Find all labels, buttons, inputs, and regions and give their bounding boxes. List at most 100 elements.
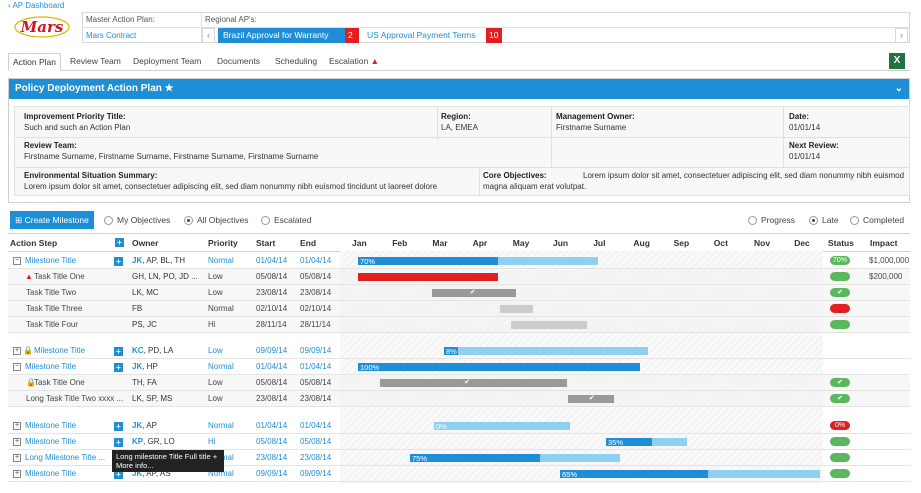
gantt-bar[interactable]: ✔	[432, 289, 516, 297]
chevron-left-icon[interactable]: ‹	[202, 28, 215, 43]
col-end[interactable]: End	[300, 238, 316, 248]
gantt-bar[interactable]: ✔	[568, 395, 614, 403]
regional-ap-us[interactable]: US Approval Payment Terms	[362, 28, 486, 43]
step-title[interactable]: Long Milestone Title ...	[25, 453, 105, 462]
step-title[interactable]: Milestone Title	[25, 362, 76, 371]
back-link[interactable]: ‹ AP Dashboard	[8, 1, 64, 10]
add-task-icon[interactable]: +	[114, 363, 123, 372]
add-task-icon[interactable]: +	[114, 438, 123, 447]
add-task-icon[interactable]: +	[114, 422, 123, 431]
view-progress-radio[interactable]	[748, 216, 757, 225]
gantt-bar[interactable]	[358, 273, 498, 281]
step-title[interactable]: Task Title One	[34, 272, 85, 281]
step-title[interactable]: Task Title Three	[26, 304, 82, 313]
step-title[interactable]: Milestone Title	[25, 437, 76, 446]
master-plan-value[interactable]: Mars Contract	[86, 31, 136, 40]
status-badge: ✔	[830, 288, 850, 297]
gantt-bar[interactable]: 35%	[606, 438, 652, 447]
milestone-row[interactable]: + Milestone Title + KP, GR, LO Hi 05/08/14 05/…	[8, 434, 910, 450]
gantt-bar[interactable]	[652, 438, 687, 446]
priority-cell: Low	[208, 394, 223, 403]
gantt-bar[interactable]	[511, 321, 587, 329]
task-row[interactable]: ▲ Task Title One GH, LN, PO, JD ... Low 05/0…	[8, 269, 910, 285]
month-dec: Dec	[794, 238, 810, 248]
tab-review-team[interactable]: Review Team	[66, 53, 125, 71]
tab-deployment-team[interactable]: Deployment Team	[129, 53, 205, 71]
expand-toggle-icon[interactable]: −	[13, 363, 21, 371]
col-status[interactable]: Status	[828, 238, 854, 248]
gantt-bar[interactable]: ✔	[380, 379, 567, 387]
month-jun: Jun	[553, 238, 569, 248]
view-completed-radio[interactable]	[850, 216, 859, 225]
expand-toggle-icon[interactable]: +	[13, 422, 21, 430]
tab-scheduling[interactable]: Scheduling	[271, 53, 321, 71]
regional-label: Regional AP's:	[205, 15, 257, 24]
task-row[interactable]: Long Task Title Two xxxx ... LK, SP, MS Lo…	[8, 391, 910, 407]
add-task-icon[interactable]: +	[114, 347, 123, 356]
milestone-row[interactable]: + Milestone Title + JK, AP Normal 01/04/14 01/…	[8, 418, 910, 434]
col-action-step[interactable]: Action Step	[10, 238, 57, 248]
filter-escalated-label: Escalated	[274, 215, 312, 225]
filter-all-objectives-radio[interactable]	[184, 216, 193, 225]
owner-cell: KC, PD, LA	[132, 346, 174, 355]
step-title[interactable]: Milestone Title	[34, 346, 85, 355]
gantt-bar[interactable]: 8%	[444, 347, 458, 356]
step-title[interactable]: Task Title Two	[26, 288, 76, 297]
task-row[interactable]: Task Title Two LK, MC Low 23/08/14 23/08/14 ✔…	[8, 285, 910, 301]
step-title[interactable]: Milestone Title	[25, 421, 76, 430]
add-task-icon[interactable]: +	[114, 257, 123, 266]
expand-toggle-icon[interactable]: −	[13, 257, 21, 265]
col-priority[interactable]: Priority	[208, 238, 238, 248]
task-row[interactable]: Task Title Three FB Normal 02/10/14 02/10/14	[8, 301, 910, 317]
excel-export-icon[interactable]: X	[889, 53, 905, 69]
panel-header[interactable]: Policy Deployment Action Plan ★ ⌄	[9, 79, 909, 99]
check-icon: ✔	[588, 395, 595, 402]
task-row[interactable]: 🔒 Task Title One TH, FA Low 05/08/14 05/08/14…	[8, 375, 910, 391]
end-date-cell: 01/04/14	[300, 362, 332, 371]
create-milestone-button[interactable]: ⊞ Create Milestone	[10, 211, 94, 229]
step-title[interactable]: Milestone Title	[25, 469, 76, 478]
milestone-row[interactable]: + 🔒 Milestone Title + KC, PD, LA Low 09/09/14 0…	[8, 343, 910, 359]
gantt-bar[interactable]	[458, 347, 648, 355]
filter-my-objectives-label: My Objectives	[117, 215, 171, 225]
step-title[interactable]: Long Task Title Two xxxx ...	[26, 394, 123, 403]
milestone-row[interactable]: − Milestone Title + JK, HP Normal 01/04/14 01/…	[8, 359, 910, 375]
gantt-bar[interactable]	[500, 305, 533, 313]
step-title[interactable]: Task Title Four	[26, 320, 78, 329]
filter-escalated-radio[interactable]	[261, 216, 270, 225]
gantt-bar[interactable]	[708, 470, 820, 478]
gantt-bar[interactable]: 100%	[358, 363, 640, 372]
task-row[interactable]: Task Title Four PS, JC Hi 28/11/14 28/11/14	[8, 317, 910, 333]
gantt-bar[interactable]	[498, 257, 598, 265]
month-jan: Jan	[352, 238, 367, 248]
next-review-label: Next Review:	[789, 141, 839, 150]
regional-ap-brazil[interactable]: Brazil Approval for Warranty	[218, 28, 345, 43]
gantt-bar[interactable]: 65%	[560, 470, 708, 479]
start-date-cell: 05/08/14	[256, 378, 288, 387]
step-title[interactable]: Milestone Title	[25, 256, 76, 265]
filter-my-objectives-radio[interactable]	[104, 216, 113, 225]
star-icon[interactable]: ★	[165, 83, 174, 94]
expand-toggle-icon[interactable]: +	[13, 438, 21, 446]
step-title[interactable]: Task Title One	[34, 378, 85, 387]
gantt-bar[interactable]: 75%	[410, 454, 540, 463]
tab-documents[interactable]: Documents	[213, 53, 264, 71]
gantt-bar[interactable]: 0%	[434, 422, 570, 431]
add-step-icon[interactable]: +	[115, 238, 124, 247]
chevron-right-icon[interactable]: ›	[895, 28, 908, 43]
col-impact[interactable]: Impact	[870, 238, 897, 248]
gantt-bar[interactable]	[540, 454, 620, 462]
tab-action-plan[interactable]: Action Plan	[8, 53, 61, 71]
end-date-cell: 02/10/14	[300, 304, 332, 313]
lock-icon: 🔒	[23, 346, 33, 355]
chevron-down-icon[interactable]: ⌄	[895, 79, 903, 99]
col-start[interactable]: Start	[256, 238, 275, 248]
view-late-radio[interactable]	[809, 216, 818, 225]
tab-escalation[interactable]: Escalation ▲	[325, 53, 383, 71]
expand-toggle-icon[interactable]: +	[13, 454, 21, 462]
col-owner[interactable]: Owner	[132, 238, 158, 248]
expand-toggle-icon[interactable]: +	[13, 470, 21, 478]
gantt-bar[interactable]: 70%	[358, 257, 498, 266]
milestone-row[interactable]: − Milestone Title + JK, AP, BL, TH Normal 01/…	[8, 253, 910, 269]
expand-toggle-icon[interactable]: +	[13, 347, 21, 355]
